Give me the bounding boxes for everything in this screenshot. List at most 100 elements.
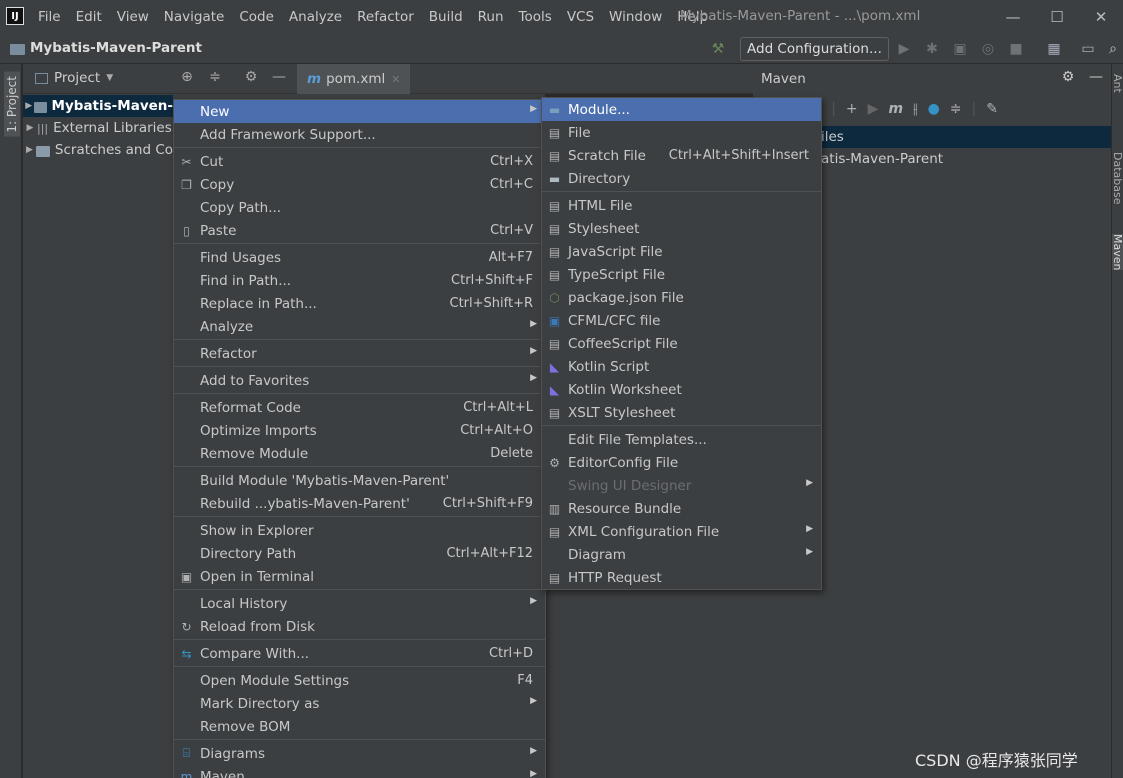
project-view-selector[interactable]: Project ▼ bbox=[35, 70, 113, 86]
search-icon[interactable]: ⌕ bbox=[1103, 39, 1123, 59]
menu-run[interactable]: Run bbox=[478, 0, 511, 34]
run-icon[interactable]: ▶ bbox=[868, 101, 879, 117]
tree-item-mybatis-maven-parent[interactable]: ▶ Mybatis-Maven- bbox=[23, 95, 173, 117]
expand-arrow-icon[interactable]: ▶ bbox=[23, 123, 37, 133]
add-icon[interactable]: + bbox=[846, 101, 858, 117]
database-tool-button[interactable]: Database bbox=[1112, 152, 1123, 205]
collapse-icon[interactable]: ≑ bbox=[950, 101, 962, 117]
menu-item-open-module-settings[interactable]: Open Module Settings F4 bbox=[174, 669, 545, 692]
menu-item-cut[interactable]: ✂ Cut Ctrl+X bbox=[174, 150, 545, 173]
menu-view[interactable]: View bbox=[117, 0, 156, 34]
project-tool-button[interactable]: 1: Project bbox=[4, 72, 20, 137]
menu-item-diagram[interactable]: Diagram ▶ bbox=[542, 543, 821, 566]
menu-item-open-in-terminal[interactable]: ▣ Open in Terminal bbox=[174, 565, 545, 588]
menu-item-scratch-file[interactable]: ▤ Scratch File Ctrl+Alt+Shift+Insert bbox=[542, 144, 821, 167]
menu-item-module[interactable]: ▬ Module... bbox=[542, 98, 821, 121]
menu-item-new[interactable]: New ▶ bbox=[174, 100, 545, 123]
menu-item-local-history[interactable]: Local History ▶ bbox=[174, 592, 545, 615]
coverage-icon[interactable]: ▣ bbox=[950, 39, 970, 59]
ant-tool-button[interactable]: Ant bbox=[1112, 74, 1123, 93]
gear-icon[interactable]: ⚙ bbox=[241, 69, 261, 85]
menu-item-kotlin-script[interactable]: ◣ Kotlin Script bbox=[542, 355, 821, 378]
build-hammer-icon[interactable]: ⚒ bbox=[708, 39, 728, 59]
menu-item-kotlin-worksheet[interactable]: ◣ Kotlin Worksheet bbox=[542, 378, 821, 401]
menu-item-diagrams[interactable]: ⌸ Diagrams ▶ bbox=[174, 742, 545, 765]
menu-vcs[interactable]: VCS bbox=[567, 0, 601, 34]
profile-icon[interactable]: ◎ bbox=[978, 39, 998, 59]
menu-item-optimize-imports[interactable]: Optimize Imports Ctrl+Alt+O bbox=[174, 419, 545, 442]
collapse-all-icon[interactable]: ≑ bbox=[205, 69, 225, 85]
menu-item-replace-in-path[interactable]: Replace in Path... Ctrl+Shift+R bbox=[174, 292, 545, 315]
menu-item-reload-from-disk[interactable]: ↻ Reload from Disk bbox=[174, 615, 545, 638]
menu-item-copy-path[interactable]: Copy Path... bbox=[174, 196, 545, 219]
menu-edit[interactable]: Edit bbox=[76, 0, 109, 34]
menu-item-xslt-stylesheet[interactable]: ▤ XSLT Stylesheet bbox=[542, 401, 821, 424]
menu-item-javascript-file[interactable]: ▤ JavaScript File bbox=[542, 240, 821, 263]
menu-item-mark-directory-as[interactable]: Mark Directory as ▶ bbox=[174, 692, 545, 715]
menu-item-http-request[interactable]: ▤ HTTP Request bbox=[542, 566, 821, 589]
maven-tool-button[interactable]: Maven bbox=[1112, 234, 1123, 271]
menu-item-paste[interactable]: ▯ Paste Ctrl+V bbox=[174, 219, 545, 242]
menu-file[interactable]: File bbox=[38, 0, 68, 34]
menu-item-reformat-code[interactable]: Reformat Code Ctrl+Alt+L bbox=[174, 396, 545, 419]
hide-icon[interactable]: — bbox=[269, 69, 289, 85]
gear-icon[interactable]: ⚙ bbox=[1058, 69, 1078, 85]
toggle-offline-icon[interactable]: ⫲ bbox=[913, 101, 918, 117]
debug-icon[interactable]: ✱ bbox=[922, 39, 942, 59]
project-structure-icon[interactable]: ▦ bbox=[1044, 39, 1064, 59]
menu-item-resource-bundle[interactable]: ▥ Resource Bundle bbox=[542, 497, 821, 520]
menu-tools[interactable]: Tools bbox=[519, 0, 559, 34]
menu-item-refactor[interactable]: Refactor ▶ bbox=[174, 342, 545, 365]
menu-item-xml-configuration-file[interactable]: ▤ XML Configuration File ▶ bbox=[542, 520, 821, 543]
menu-analyze[interactable]: Analyze bbox=[289, 0, 349, 34]
wrench-icon[interactable]: ✎ bbox=[986, 101, 998, 117]
menu-refactor[interactable]: Refactor bbox=[357, 0, 421, 34]
locate-icon[interactable]: ⊕ bbox=[177, 69, 197, 85]
menu-item-copy[interactable]: ❐ Copy Ctrl+C bbox=[174, 173, 545, 196]
menu-item-analyze[interactable]: Analyze ▶ bbox=[174, 315, 545, 338]
menu-item-remove-bom[interactable]: Remove BOM bbox=[174, 715, 545, 738]
menu-code[interactable]: Code bbox=[239, 0, 281, 34]
menu-item-stylesheet[interactable]: ▤ Stylesheet bbox=[542, 217, 821, 240]
stop-icon[interactable]: ■ bbox=[1006, 39, 1026, 59]
menu-item-file[interactable]: ▤ File bbox=[542, 121, 821, 144]
menu-item-directory[interactable]: ▬ Directory bbox=[542, 167, 821, 190]
menu-item-maven[interactable]: m Maven ▶ bbox=[174, 765, 545, 778]
menu-item-html-file[interactable]: ▤ HTML File bbox=[542, 194, 821, 217]
menu-item-add-framework-support[interactable]: Add Framework Support... bbox=[174, 123, 545, 146]
tree-item-scratches[interactable]: ▶ Scratches and Co bbox=[23, 139, 173, 161]
menu-item-package-json-file[interactable]: ⬡ package.json File bbox=[542, 286, 821, 309]
menu-item-add-to-favorites[interactable]: Add to Favorites ▶ bbox=[174, 369, 545, 392]
menu-item-build-module-mybatis-maven-parent[interactable]: Build Module 'Mybatis-Maven-Parent' bbox=[174, 469, 545, 492]
minimize-button[interactable]: — bbox=[991, 0, 1035, 34]
menu-window[interactable]: Window bbox=[609, 0, 669, 34]
terminal-toolbar-icon[interactable]: ▭ bbox=[1078, 39, 1098, 59]
maven-goal-icon[interactable]: m bbox=[888, 101, 903, 117]
hide-icon[interactable]: — bbox=[1086, 69, 1106, 85]
project-breadcrumb[interactable]: Mybatis-Maven-Parent bbox=[10, 40, 202, 56]
expand-arrow-icon[interactable]: ▶ bbox=[23, 145, 36, 155]
tree-item-external-libraries[interactable]: ▶ ||| External Libraries bbox=[23, 117, 173, 139]
menu-item-cfml-cfc-file[interactable]: ▣ CFML/CFC file bbox=[542, 309, 821, 332]
menu-item-rebuild-ybatis-maven-parent[interactable]: Rebuild ...ybatis-Maven-Parent' Ctrl+Shif… bbox=[174, 492, 545, 515]
close-tab-icon[interactable]: ✕ bbox=[391, 73, 400, 86]
menu-item-find-in-path[interactable]: Find in Path... Ctrl+Shift+F bbox=[174, 269, 545, 292]
close-window-button[interactable]: ✕ bbox=[1079, 0, 1123, 34]
menu-item-edit-file-templates[interactable]: Edit File Templates... bbox=[542, 428, 821, 451]
expand-arrow-icon[interactable]: ▶ bbox=[23, 101, 34, 111]
tab-pom-xml[interactable]: m pom.xml ✕ bbox=[297, 64, 411, 94]
menu-item-editorconfig-file[interactable]: ⚙ EditorConfig File bbox=[542, 451, 821, 474]
menu-item-compare-with[interactable]: ⇆ Compare With... Ctrl+D bbox=[174, 642, 545, 665]
run-icon[interactable]: ▶ bbox=[894, 39, 914, 59]
menu-item-coffeescript-file[interactable]: ▤ CoffeeScript File bbox=[542, 332, 821, 355]
menu-item-remove-module[interactable]: Remove Module Delete bbox=[174, 442, 545, 465]
add-configuration-button[interactable]: Add Configuration... bbox=[740, 37, 889, 61]
menu-navigate[interactable]: Navigate bbox=[164, 0, 232, 34]
skip-tests-icon[interactable]: ● bbox=[928, 101, 940, 117]
menu-item-typescript-file[interactable]: ▤ TypeScript File bbox=[542, 263, 821, 286]
menu-item-show-in-explorer[interactable]: Show in Explorer bbox=[174, 519, 545, 542]
menu-item-find-usages[interactable]: Find Usages Alt+F7 bbox=[174, 246, 545, 269]
menu-item-directory-path[interactable]: Directory Path Ctrl+Alt+F12 bbox=[174, 542, 545, 565]
menu-build[interactable]: Build bbox=[429, 0, 470, 34]
maximize-button[interactable]: ☐ bbox=[1035, 0, 1079, 34]
